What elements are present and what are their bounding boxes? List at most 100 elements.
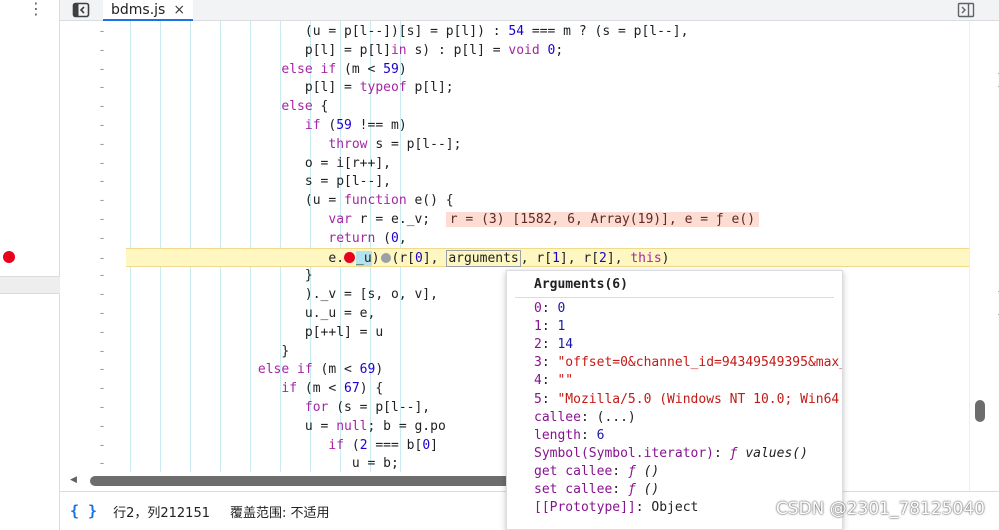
code-line[interactable]: - (u = function e() {	[60, 191, 969, 210]
property-value: 6	[596, 427, 605, 443]
code-token: }	[304, 268, 313, 284]
more-options-icon[interactable]: ⋮	[28, 0, 44, 18]
code-line[interactable]: - var r = e._v; r = (3) [1582, 6, Array(1…	[60, 210, 969, 229]
breakpoint-marker[interactable]	[3, 251, 15, 263]
code-token: )	[375, 362, 384, 378]
vertical-scroll-thumb[interactable]	[975, 400, 985, 422]
code-text: return (0,	[60, 229, 406, 248]
scroll-left-icon[interactable]: ◀	[70, 475, 77, 485]
code-line[interactable]: - else {	[60, 97, 969, 116]
code-token: p[++l] = u	[304, 324, 384, 340]
code-token: )	[661, 250, 670, 266]
argument-property[interactable]: 4: ""	[534, 372, 842, 390]
code-token: s = p[l--];	[367, 136, 462, 152]
code-token: === m ? (s = p[l--],	[524, 24, 689, 39]
code-line[interactable]: -s = p[l--],	[60, 172, 969, 191]
hovered-token[interactable]: arguments	[446, 249, 521, 267]
number-token: 59	[383, 61, 399, 77]
code-token: ],	[422, 250, 447, 266]
argument-property[interactable]: length: 6	[534, 427, 842, 445]
code-line[interactable]: - else if (m < 59)	[60, 60, 969, 79]
property-value: 1	[557, 319, 566, 335]
code-token: )	[371, 250, 380, 266]
code-token: ;	[555, 42, 564, 58]
close-icon[interactable]: ×	[173, 2, 185, 18]
code-line[interactable]: - p[l] = p[l]in s) : p[l] = void 0;	[60, 41, 969, 60]
vertical-scrollbar[interactable]	[969, 21, 999, 491]
number-token: 67	[344, 381, 360, 397]
argument-property[interactable]: 2: 14	[534, 336, 842, 354]
property-key: Symbol(Symbol.iterator)	[534, 445, 715, 461]
code-text: o = i[r++],	[60, 154, 391, 173]
keyword-token: function	[344, 193, 407, 209]
paused-code-line[interactable]: - e. _u) (r[0], arguments, r[1], r[2], this…	[98, 247, 969, 267]
number-token: 0	[415, 250, 423, 266]
code-text: if (m < 67) {	[60, 379, 383, 398]
argument-property[interactable]: 1: 1	[534, 318, 842, 336]
code-token: u =	[304, 418, 337, 434]
property-value: values()	[745, 445, 808, 461]
code-text: if (59 !== m)	[60, 116, 407, 135]
code-line[interactable]: - (u = p[l--])[s] = p[l]) : 54 === m ? (s…	[60, 22, 969, 41]
code-token: (m <	[336, 61, 384, 77]
argument-property[interactable]: callee: (...)	[534, 409, 842, 427]
argument-property[interactable]: 5: "Mozilla/5.0 (Windows NT 10.0; Win64;	[534, 391, 842, 409]
horizontal-scroll-thumb[interactable]	[90, 476, 510, 486]
number-token: 1	[552, 250, 560, 266]
file-tab-bdms[interactable]: bdms.js ×	[103, 0, 194, 21]
code-text: }	[60, 266, 313, 285]
code-token: }	[281, 343, 290, 359]
code-line[interactable]: - if (59 !== m)	[60, 116, 969, 135]
argument-property[interactable]: ▶set callee: ƒ ()	[534, 481, 842, 499]
property-key: 1	[534, 319, 542, 335]
argument-property[interactable]: ▶Symbol(Symbol.iterator): ƒ values()	[534, 445, 842, 463]
code-line[interactable]: - throw s = p[l--];	[60, 135, 969, 154]
property-separator: :	[714, 445, 730, 461]
toggle-debugger-icon[interactable]	[957, 2, 975, 18]
function-marker: ƒ	[729, 445, 746, 461]
toggle-navigator-icon[interactable]	[72, 2, 90, 18]
code-text: u._u = e,	[60, 304, 375, 323]
pretty-print-icon[interactable]: { }	[70, 502, 97, 520]
property-key: [[Prototype]]	[534, 500, 636, 516]
file-tab-label: bdms.js	[111, 1, 166, 18]
keyword-token: for	[304, 400, 329, 415]
code-token: u = b;	[351, 456, 399, 472]
code-token: ], r[	[559, 250, 600, 266]
property-value: Object	[651, 500, 699, 516]
property-key: 4	[534, 373, 542, 389]
keyword-token: this	[630, 250, 662, 266]
code-token: === b[	[367, 437, 423, 453]
number-token: 0	[422, 437, 431, 453]
watermark: CSDN @2301_78125040	[775, 499, 985, 519]
property-key: 2	[534, 337, 542, 353]
code-line[interactable]: -o = i[r++],	[60, 154, 969, 173]
code-text: for (s = p[l--],	[60, 398, 430, 417]
code-token: {	[312, 99, 329, 115]
code-token: u._u = e,	[304, 306, 376, 321]
property-key: 0	[534, 301, 542, 316]
number-token: 2	[359, 437, 368, 453]
code-token: o = i[r++],	[304, 155, 391, 171]
code-token: !== m)	[351, 118, 407, 133]
code-text: }	[60, 342, 289, 361]
code-token: (m <	[297, 381, 345, 397]
selected-token: _u	[356, 250, 372, 266]
code-token: s) : p[l] =	[406, 42, 509, 58]
code-token: ; b = g.po	[367, 418, 446, 434]
argument-property[interactable]: 0: 0	[534, 300, 842, 318]
property-separator: :	[541, 337, 558, 353]
property-value: 0	[557, 301, 566, 316]
inline-breakpoint-icon[interactable]	[344, 251, 356, 263]
argument-property[interactable]: ▶get callee: ƒ ()	[534, 463, 842, 481]
code-text: s = p[l--],	[60, 172, 391, 191]
argument-property[interactable]: 3: "offset=0&channel_id=94349549395&max_…	[534, 354, 842, 372]
code-token: e() {	[406, 193, 454, 209]
keyword-token: if	[281, 381, 298, 397]
code-line[interactable]: - return (0,	[60, 229, 969, 248]
code-line[interactable]: - p[l] = typeof p[l];	[60, 78, 969, 97]
keyword-token: void	[508, 42, 540, 58]
inline-step-icon[interactable]	[380, 252, 391, 263]
number-token: 69	[359, 362, 376, 378]
coverage-status: 覆盖范围: 不适用	[230, 505, 330, 521]
